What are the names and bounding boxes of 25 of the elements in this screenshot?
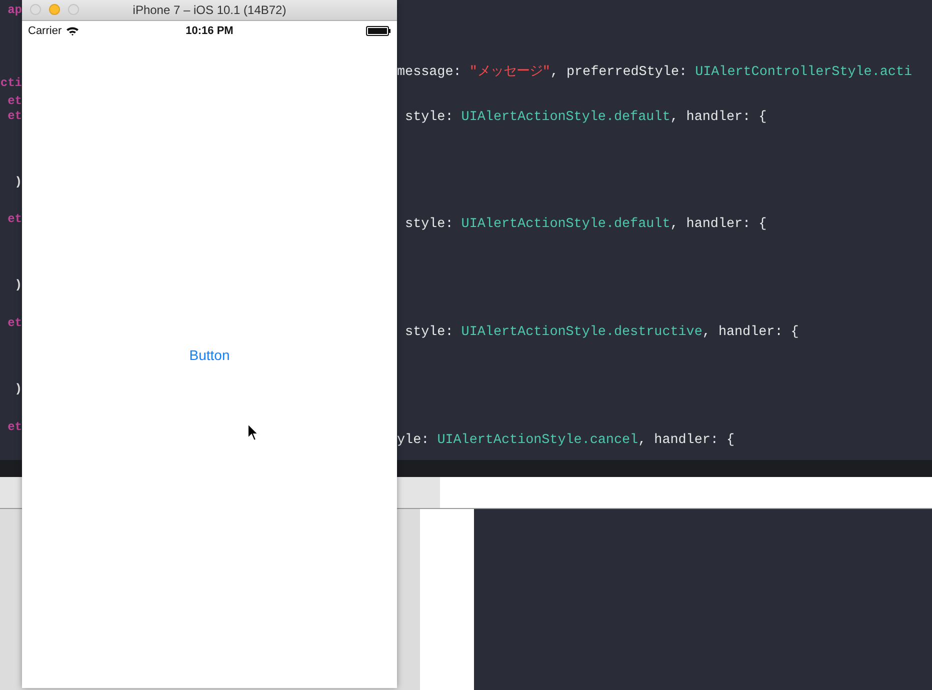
code-line: style: UIAlertActionStyle.default, handler: {: [404, 109, 768, 127]
minimize-button[interactable]: [49, 4, 60, 15]
code-fragment: et: [8, 212, 22, 226]
code-line: message: "メッセージ", preferredStyle: UIAlertControllerStyle.acti: [397, 64, 914, 82]
status-time: 10:16 PM: [186, 25, 234, 37]
wifi-icon: [66, 26, 79, 36]
code-fragment: et: [8, 420, 22, 434]
code-fragment: ): [14, 175, 22, 189]
code-fragment: ): [14, 382, 22, 396]
close-button[interactable]: [30, 4, 41, 15]
code-fragment: et: [8, 94, 22, 108]
window-title: iPhone 7 – iOS 10.1 (14B72): [132, 3, 286, 17]
code-line: style: UIAlertActionStyle.default, handler: {: [404, 216, 768, 234]
mouse-pointer-icon: [247, 423, 259, 442]
code-fragment: ): [14, 278, 22, 292]
code-line: yle: UIAlertActionStyle.cancel, handler: {: [397, 432, 736, 450]
code-fragment: et: [8, 109, 22, 123]
carrier-label: Carrier: [28, 25, 62, 37]
code-line: style: UIAlertActionStyle.destructive, handler: {: [404, 324, 800, 342]
code-fragment: ap: [8, 3, 22, 17]
code-fragment: cti: [0, 76, 22, 90]
battery-icon: [366, 26, 391, 36]
zoom-button[interactable]: [68, 4, 79, 15]
ios-button[interactable]: Button: [185, 345, 234, 365]
code-fragment: et: [8, 316, 22, 330]
